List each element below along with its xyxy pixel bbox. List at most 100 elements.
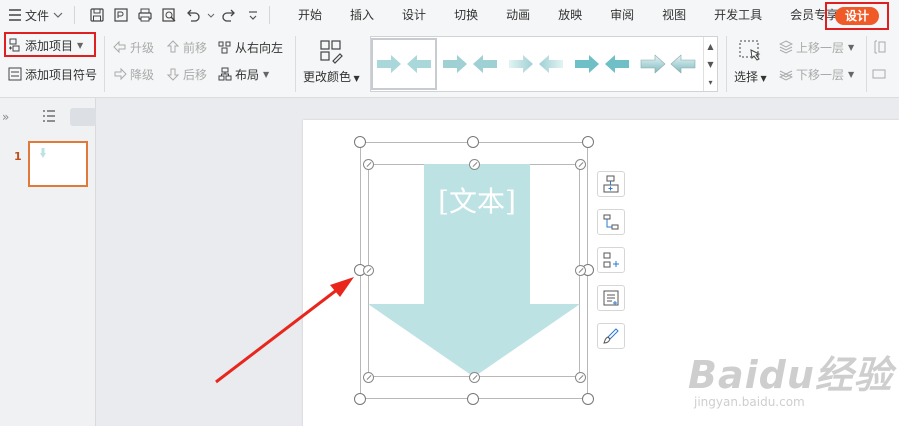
slide-thumbnail[interactable] bbox=[28, 141, 88, 187]
hamburger-icon bbox=[9, 9, 21, 21]
style-float-button[interactable] bbox=[597, 323, 625, 349]
demote-button[interactable]: 降级 bbox=[113, 63, 154, 85]
watermark-logo: Baidu经验 bbox=[688, 353, 893, 397]
resize-handle-top[interactable] bbox=[467, 136, 479, 148]
tab-animations[interactable]: 动画 bbox=[492, 0, 544, 30]
resize-handle-bottom-right[interactable] bbox=[582, 393, 594, 405]
tab-transitions[interactable]: 切换 bbox=[440, 0, 492, 30]
arrow-left-style-icon bbox=[407, 55, 431, 73]
style-option-2[interactable] bbox=[437, 38, 503, 90]
undo-icon bbox=[187, 9, 200, 22]
select-button[interactable]: 选择 ▼ bbox=[734, 38, 767, 85]
demote-label: 降级 bbox=[130, 67, 155, 82]
scroll-down-icon[interactable]: ▼ bbox=[707, 60, 713, 69]
height-control[interactable] bbox=[872, 36, 886, 58]
arrow-left-style-icon bbox=[473, 55, 497, 73]
tab-smartart-design[interactable]: 设计 bbox=[825, 2, 889, 30]
color-palette-icon bbox=[320, 40, 344, 64]
dropdown-caret: ▼ bbox=[77, 40, 84, 50]
thumbnail-view-icon[interactable] bbox=[70, 108, 96, 126]
expand-gallery-icon[interactable]: ▾ bbox=[708, 78, 712, 87]
arrow-left-style-icon bbox=[539, 55, 563, 73]
collapse-panel-icon[interactable]: » bbox=[2, 110, 9, 124]
arrow-shape-text[interactable]: [文本] bbox=[424, 180, 530, 220]
add-item-label: 添加项目 bbox=[25, 38, 74, 53]
divider bbox=[74, 6, 76, 24]
print-preview-button[interactable] bbox=[159, 5, 179, 25]
add-bullet-label: 添加项目符号 bbox=[25, 67, 98, 82]
change-layout-float-button[interactable] bbox=[597, 247, 625, 273]
add-bullet-button[interactable]: 添加项目符号 bbox=[8, 63, 97, 85]
arrow-down-icon bbox=[166, 68, 180, 81]
layout-icon bbox=[218, 67, 232, 81]
divider bbox=[866, 36, 867, 92]
tab-design-doc[interactable]: 设计 bbox=[388, 0, 440, 30]
style-option-3[interactable] bbox=[503, 38, 569, 90]
resize-handle-top-left[interactable] bbox=[354, 136, 366, 148]
file-menu-label: 文件 bbox=[25, 8, 50, 23]
layout-float-button[interactable] bbox=[597, 209, 625, 235]
tab-review[interactable]: 审阅 bbox=[596, 0, 648, 30]
add-shape-icon bbox=[9, 38, 20, 52]
arrow-up-icon bbox=[166, 40, 180, 53]
move-down-button[interactable]: 后移 bbox=[166, 63, 207, 85]
customize-toolbar-button[interactable] bbox=[243, 5, 263, 25]
bring-forward-label: 上移一层 bbox=[796, 40, 845, 55]
width-control[interactable] bbox=[872, 63, 886, 85]
shape-handle-top-right[interactable] bbox=[575, 159, 586, 170]
shape-handle-bottom[interactable] bbox=[469, 372, 480, 383]
export-pdf-button[interactable] bbox=[111, 5, 131, 25]
arrow-right-style-icon bbox=[640, 54, 666, 74]
tab-slideshow[interactable]: 放映 bbox=[544, 0, 596, 30]
dropdown-caret: ▼ bbox=[758, 74, 767, 83]
text-pane-float-button[interactable] bbox=[597, 285, 625, 311]
move-up-button[interactable]: 前移 bbox=[166, 36, 207, 58]
promote-button[interactable]: 升级 bbox=[113, 36, 154, 58]
arrow-left-icon bbox=[113, 40, 126, 54]
active-tab-label: 设计 bbox=[834, 7, 879, 25]
change-colors-text: 更改颜色 ▼ bbox=[303, 68, 360, 85]
style-option-5[interactable] bbox=[635, 38, 701, 90]
arrow-right-style-icon bbox=[377, 55, 401, 73]
change-colors-button[interactable]: 更改颜色 ▼ bbox=[303, 38, 360, 85]
bring-forward-button[interactable]: 上移一层 ▼ bbox=[779, 36, 854, 58]
promote-label: 升级 bbox=[130, 40, 155, 55]
arrow-left-style-icon bbox=[605, 55, 629, 73]
add-shape-float-button[interactable] bbox=[597, 171, 625, 197]
ribbon-tabs: 开始 插入 设计 切换 动画 放映 审阅 视图 开发工具 会员专享 bbox=[284, 0, 852, 30]
shape-handle-bottom-right[interactable] bbox=[575, 372, 586, 383]
shape-handle-bottom-left[interactable] bbox=[363, 372, 374, 383]
scroll-up-icon[interactable]: ▲ bbox=[707, 42, 713, 51]
shape-handle-top[interactable] bbox=[469, 159, 480, 170]
resize-handle-bottom-left[interactable] bbox=[354, 393, 366, 405]
undo-button[interactable] bbox=[183, 5, 203, 25]
save-button[interactable] bbox=[87, 5, 107, 25]
style-option-1[interactable] bbox=[371, 38, 437, 90]
layout-button[interactable]: 布局 ▼ bbox=[218, 63, 269, 85]
tab-developer[interactable]: 开发工具 bbox=[700, 0, 776, 30]
tab-home[interactable]: 开始 bbox=[284, 0, 336, 30]
file-menu[interactable]: 文件 bbox=[0, 0, 68, 30]
tab-view[interactable]: 视图 bbox=[648, 0, 700, 30]
right-to-left-button[interactable]: 从右向左 bbox=[218, 36, 283, 58]
resize-handle-top-right[interactable] bbox=[582, 136, 594, 148]
shape-handle-top-left[interactable] bbox=[363, 159, 374, 170]
redo-button[interactable] bbox=[219, 5, 239, 25]
send-backward-button[interactable]: 下移一层 ▼ bbox=[779, 63, 854, 85]
outline-view-icon[interactable] bbox=[42, 110, 56, 122]
shape-handle-right[interactable] bbox=[575, 265, 586, 276]
text-pane-icon bbox=[603, 290, 619, 306]
shape-handle-left[interactable] bbox=[363, 265, 374, 276]
divider bbox=[104, 36, 105, 92]
resize-handle-bottom[interactable] bbox=[467, 393, 479, 405]
tab-insert[interactable]: 插入 bbox=[336, 0, 388, 30]
arrow-right-icon bbox=[114, 67, 127, 81]
gallery-scroll[interactable]: ▲ ▼ ▾ bbox=[703, 37, 717, 91]
chevron-down-icon[interactable] bbox=[207, 11, 215, 19]
dropdown-caret: ▼ bbox=[351, 74, 360, 83]
add-item-button[interactable]: 添加项目 ▼ bbox=[8, 34, 83, 56]
arrow-left-style-icon bbox=[670, 54, 696, 74]
style-option-4[interactable] bbox=[569, 38, 635, 90]
smartart-style-gallery: ▲ ▼ ▾ bbox=[370, 36, 718, 92]
print-button[interactable] bbox=[135, 5, 155, 25]
